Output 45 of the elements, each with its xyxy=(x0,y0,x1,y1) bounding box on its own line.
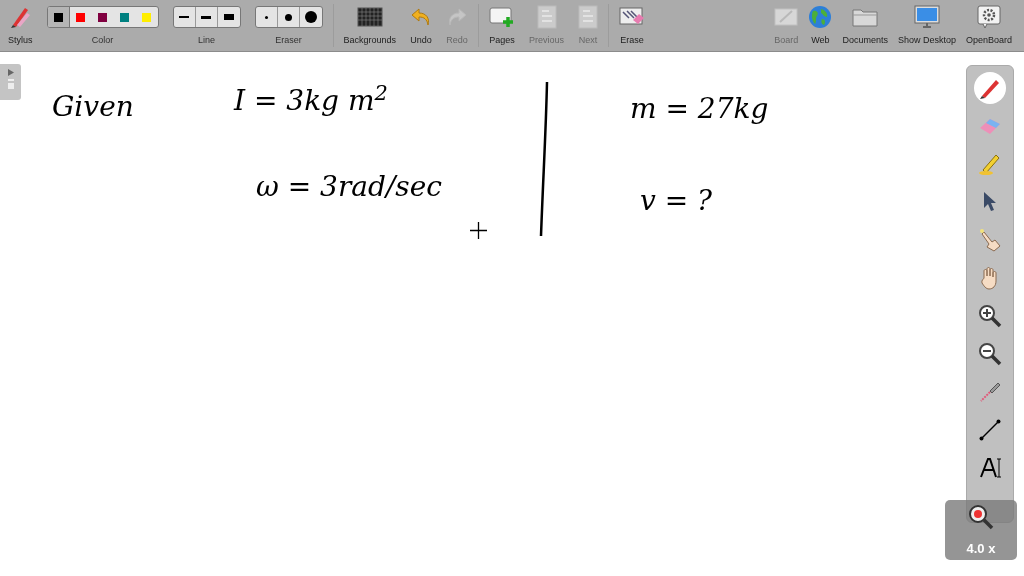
monitor-icon xyxy=(913,5,940,29)
grid-icon xyxy=(356,7,383,27)
toolbar-button[interactable]: Stylus xyxy=(4,0,37,51)
toolbar-button[interactable]: Erase xyxy=(615,0,650,51)
crosshair-cursor-icon xyxy=(470,222,487,239)
globe-icon xyxy=(808,5,833,29)
pen-board-icon xyxy=(774,7,799,27)
group-label: Color xyxy=(91,33,114,47)
eraser-board-icon xyxy=(619,6,646,28)
play-icon xyxy=(7,69,14,76)
zoom-in-icon xyxy=(978,304,1002,328)
toolbar-button[interactable]: Web xyxy=(804,0,837,51)
eraser-icon xyxy=(978,116,1002,136)
group-label: Eraser xyxy=(275,33,302,47)
color-option[interactable] xyxy=(47,7,70,27)
add-page-icon xyxy=(489,6,516,28)
pen-icon xyxy=(9,5,32,29)
toolbar-button[interactable]: Documents xyxy=(838,0,892,51)
redo-icon xyxy=(446,6,469,28)
handwritten-note: ω = 3rad/sec xyxy=(256,169,442,205)
toolbar-button[interactable]: Undo xyxy=(406,0,437,51)
toolbar-button[interactable]: Show Desktop xyxy=(893,0,960,51)
folder-icon xyxy=(852,6,879,28)
pointing-hand-icon xyxy=(978,228,1002,252)
zoom-out-icon xyxy=(978,342,1002,366)
page-panel-toggle[interactable] xyxy=(0,64,21,100)
line-icon xyxy=(979,419,1001,441)
gear-icon xyxy=(976,5,1001,29)
laser-pointer-icon xyxy=(978,380,1002,404)
page-icon xyxy=(578,5,599,29)
text-tool-icon xyxy=(978,457,1002,479)
page-icon xyxy=(536,5,557,29)
handwritten-note: I = 3kg m$^{2}$ xyxy=(234,80,388,119)
group-label: Line xyxy=(198,33,215,47)
page-stack-icon xyxy=(7,79,14,89)
highlighter-icon xyxy=(978,152,1002,176)
toolbar-button[interactable]: Backgrounds xyxy=(339,0,401,51)
toolbar-button[interactable]: Pages xyxy=(485,0,520,51)
cursor-icon xyxy=(982,191,998,213)
toolbar-button[interactable]: OpenBoard xyxy=(961,0,1016,51)
handwritten-note: m = 27kg xyxy=(630,91,769,127)
handwritten-note: v = ? xyxy=(640,183,713,219)
handwritten-note: Given xyxy=(52,89,134,125)
zoom-reset-icon xyxy=(968,504,994,530)
zoom-level: 4.0 x xyxy=(966,539,996,558)
